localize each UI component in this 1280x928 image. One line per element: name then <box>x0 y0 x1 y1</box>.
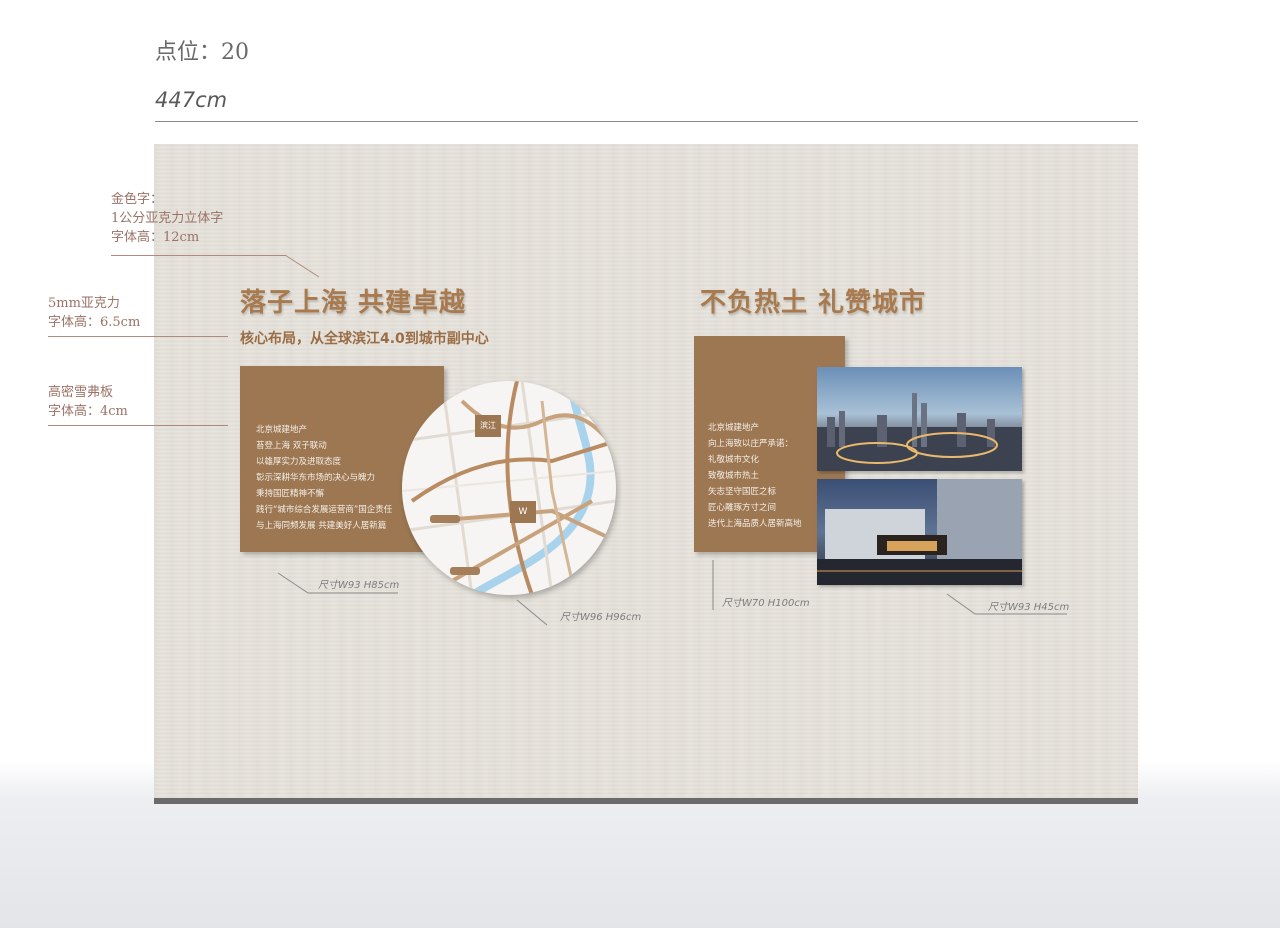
note-leader-diagonal <box>284 254 320 278</box>
skyline-graphic <box>817 393 1022 471</box>
panel-line: 苔登上海 双子联动 <box>256 441 327 451</box>
note-line: 字体高：6.5cm <box>48 315 141 330</box>
note-line: 5mm亚克力 <box>48 296 120 311</box>
panel-line: 致敬城市热土 <box>708 471 760 481</box>
left-panel-dimension: 尺寸W93 H85cm <box>318 580 400 591</box>
panel-line: 彰示深耕华东市场的决心与魄力 <box>256 473 376 483</box>
map-graphic <box>402 381 616 595</box>
left-panel-text: 北京城建地产 苔登上海 双子联动 以雄厚实力及进取态度 彰示深耕华东市场的决心与… <box>256 422 392 534</box>
note-board: 高密雪弗板 字体高：4cm <box>48 383 128 421</box>
panel-line: 迭代上海品质人居新高地 <box>708 519 802 529</box>
panel-line: 践行“城市综合发展运营商”国企责任 <box>256 505 393 515</box>
panel-line: 矢志坚守国匠之标 <box>708 487 777 497</box>
note-line: 金色字： <box>111 192 164 207</box>
panel-line: 向上海致以庄严承诺： <box>708 439 794 449</box>
left-title: 落子上海 共建卓越 <box>240 288 467 318</box>
right-panel-dimension: 尺寸W70 H100cm <box>722 598 810 609</box>
note-leader-line <box>48 425 228 426</box>
photo-dimension: 尺寸W93 H45cm <box>988 602 1070 613</box>
map-marker-logo: W <box>510 501 536 523</box>
width-label: 447cm <box>155 88 228 112</box>
panel-line: 以雄厚实力及进取态度 <box>256 457 342 467</box>
note-line: 高密雪弗板 <box>48 385 114 400</box>
map-marker-label: 滨江 <box>475 415 501 437</box>
map-dimension: 尺寸W96 H96cm <box>560 612 642 623</box>
circular-map: 滨江 W <box>402 381 616 595</box>
note-gold-text: 金色字： 1公分亚克力立体字 字体高：12cm <box>111 190 223 247</box>
panel-line: 秉持国匠精神不懈 <box>256 489 325 499</box>
panel-line: 匠心雕琢方寸之间 <box>708 503 777 513</box>
note-line: 字体高：12cm <box>111 230 200 245</box>
wall-baseboard <box>154 798 1138 804</box>
building-graphic <box>817 479 1022 585</box>
panel-line: 礼敬城市文化 <box>708 455 760 465</box>
note-line: 字体高：4cm <box>48 404 128 419</box>
note-acrylic: 5mm亚克力 字体高：6.5cm <box>48 294 140 332</box>
panel-line: 北京城建地产 <box>708 423 760 433</box>
width-dimension-line <box>155 121 1138 122</box>
left-subtitle: 核心布局，从全球滨江4.0到城市副中心 <box>240 331 489 347</box>
note-leader-line <box>111 255 286 256</box>
residence-photo <box>817 479 1022 585</box>
right-panel-dim-leader <box>712 560 714 610</box>
panel-line: 与上海同频发展 共建美好人居新篇 <box>256 521 387 531</box>
point-label: 点位：20 <box>155 40 249 65</box>
note-leader-line <box>48 336 228 337</box>
panel-line: 北京城建地产 <box>256 425 308 435</box>
note-line: 1公分亚克力立体字 <box>111 211 224 226</box>
city-skyline-photo <box>817 367 1022 471</box>
right-title: 不负热土 礼赞城市 <box>700 288 927 318</box>
right-panel-text: 北京城建地产 向上海致以庄严承诺： 礼敬城市文化 致敬城市热土 矢志坚守国匠之标… <box>708 420 802 532</box>
